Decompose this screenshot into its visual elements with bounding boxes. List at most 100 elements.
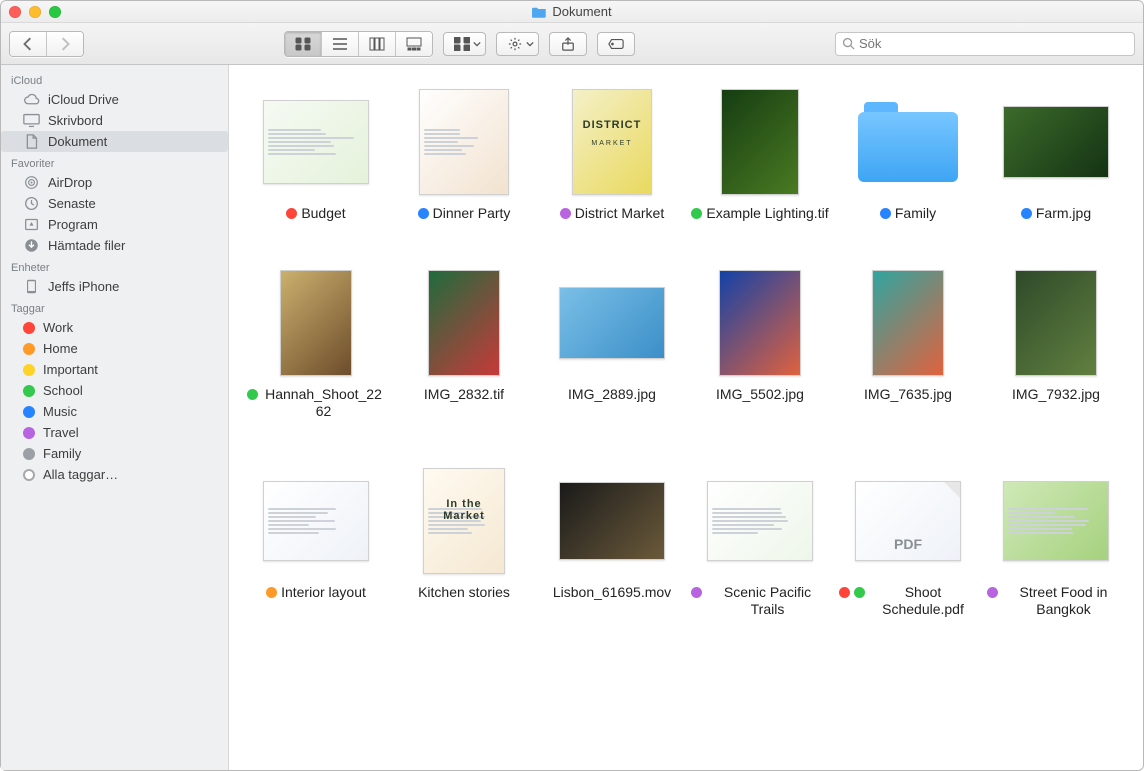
sidebar-item-alla-taggar-[interactable]: Alla taggar… [1,464,228,485]
search-icon [842,37,855,50]
sidebar-section-header: Enheter [1,256,228,276]
tag-dot-icon [23,469,35,481]
file-thumbnail: DISTRICTMARKET [552,87,672,197]
tag-dot-icon [560,208,571,219]
file-item[interactable]: PDFShoot Schedule.pdf [839,466,977,618]
clock-icon [23,196,40,211]
sidebar-item-work[interactable]: Work [1,317,228,338]
sidebar-item-label: AirDrop [48,175,92,190]
sidebar-section-header: iCloud [1,69,228,89]
tag-dot-icon [23,427,35,439]
share-button[interactable] [549,32,587,56]
sidebar-item-important[interactable]: Important [1,359,228,380]
forward-button[interactable] [46,32,83,56]
file-item[interactable]: Dinner Party [395,87,533,222]
tag-dot-icon [854,587,865,598]
file-thumbnail [700,87,820,197]
tags-button[interactable] [597,32,635,56]
tag-dot-icon [247,389,258,400]
window-title: Dokument [532,4,611,19]
sidebar-item-jeffs-iphone[interactable]: Jeffs iPhone [1,276,228,297]
file-item[interactable]: In the MarketKitchen stories [395,466,533,618]
sidebar-item-family[interactable]: Family [1,443,228,464]
sidebar-item-home[interactable]: Home [1,338,228,359]
sidebar-item-label: Important [43,362,98,377]
file-thumbnail [996,87,1116,197]
file-item[interactable]: IMG_5502.jpg [691,268,829,420]
finder-window: Dokument [0,0,1144,771]
file-thumbnail: In the Market [404,466,524,576]
sidebar-item-icloud-drive[interactable]: iCloud Drive [1,89,228,110]
file-item[interactable]: IMG_7932.jpg [987,268,1125,420]
zoom-button[interactable] [49,6,61,18]
sidebar-item-travel[interactable]: Travel [1,422,228,443]
file-item[interactable]: Interior layout [247,466,385,618]
sidebar-item-program[interactable]: Program [1,214,228,235]
search-input[interactable] [859,36,1128,51]
window-body: iCloudiCloud DriveSkrivbordDokumentFavor… [1,65,1143,770]
file-label-row: Example Lighting.tif [691,205,828,222]
minimize-button[interactable] [29,6,41,18]
file-name: Farm.jpg [1036,205,1091,222]
file-label-row: Budget [286,205,345,222]
tag-dot-icon [691,208,702,219]
group-by-button[interactable] [443,32,486,56]
close-button[interactable] [9,6,21,18]
file-item[interactable]: Scenic Pacific Trails [691,466,829,618]
sidebar-item-label: Program [48,217,98,232]
sidebar-item-skrivbord[interactable]: Skrivbord [1,110,228,131]
tag-dot-icon [23,448,35,460]
sidebar-item-label: Family [43,446,81,461]
sidebar-item-school[interactable]: School [1,380,228,401]
file-item[interactable]: DISTRICTMARKET District Market [543,87,681,222]
file-item[interactable]: Farm.jpg [987,87,1125,222]
file-thumbnail [404,268,524,378]
column-view-button[interactable] [358,32,395,56]
tag-dot-icon [418,208,429,219]
file-item[interactable]: Lisbon_61695.mov [543,466,681,618]
file-name: District Market [575,205,664,222]
file-thumbnail [256,268,376,378]
file-item[interactable]: Street Food in Bangkok [987,466,1125,618]
sidebar-item-label: Music [43,404,77,419]
sidebar-item-airdrop[interactable]: AirDrop [1,172,228,193]
tag-icon [608,37,624,51]
file-browser[interactable]: Budget Dinner PartyDISTRICTMARKET District… [229,65,1143,770]
sidebar-item-h-mtade-filer[interactable]: Hämtade filer [1,235,228,256]
file-item[interactable]: IMG_7635.jpg [839,268,977,420]
folder-icon [858,102,958,182]
tag-dot-icon [23,322,35,334]
file-item[interactable]: IMG_2832.tif [395,268,533,420]
sidebar-item-music[interactable]: Music [1,401,228,422]
file-thumbnail: PDF [848,466,968,576]
apps-icon [23,217,40,232]
file-name: Budget [301,205,345,222]
tag-dot-icon [23,406,35,418]
folder-icon [532,5,547,18]
action-menu-button[interactable] [496,32,539,56]
file-thumbnail [700,268,820,378]
file-item[interactable]: Example Lighting.tif [691,87,829,222]
sidebar-section-header: Taggar [1,297,228,317]
sidebar-item-label: Senaste [48,196,96,211]
sidebar-item-senaste[interactable]: Senaste [1,193,228,214]
file-item[interactable]: Budget [247,87,385,222]
tag-dot-icon [23,343,35,355]
sidebar-item-dokument[interactable]: Dokument [1,131,228,152]
tag-dot-icon [839,587,850,598]
sidebar-item-label: iCloud Drive [48,92,119,107]
icon-view-button[interactable] [285,32,321,56]
download-icon [23,238,40,253]
file-item[interactable]: Hannah_Shoot_2262 [247,268,385,420]
file-item[interactable]: Family [839,87,977,222]
search-field[interactable] [835,32,1135,56]
titlebar: Dokument [1,1,1143,23]
tag-dot-icon [880,208,891,219]
file-item[interactable]: IMG_2889.jpg [543,268,681,420]
back-button[interactable] [10,32,46,56]
tag-dot-icon [987,587,998,598]
gallery-view-button[interactable] [395,32,432,56]
file-name: Hannah_Shoot_2262 [262,386,385,420]
file-name: IMG_7635.jpg [864,386,952,403]
list-view-button[interactable] [321,32,358,56]
